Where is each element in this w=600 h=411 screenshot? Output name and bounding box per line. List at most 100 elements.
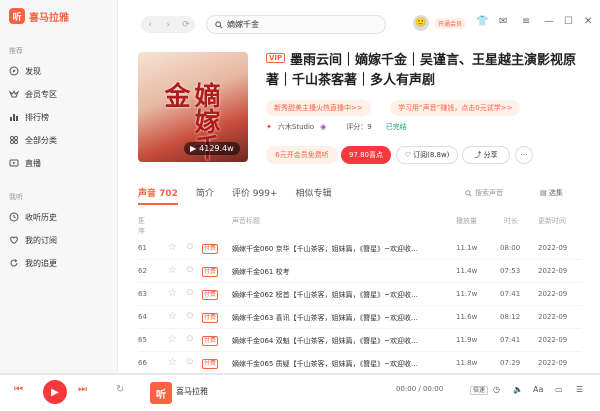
vip-badge: VIP [266, 53, 286, 63]
tab-intro[interactable]: 简介 [196, 186, 214, 199]
sidebar-item-ranking[interactable]: 排行榜 [9, 109, 109, 125]
vip-free-listen-button[interactable]: 6元开会员免费听 [266, 146, 338, 164]
sidebar-item-live[interactable]: 直播 [9, 155, 109, 171]
download-icon[interactable]: ⊙ [186, 288, 194, 298]
author-name[interactable]: 六木Studio [278, 122, 314, 132]
track-number: 64 [138, 313, 147, 321]
maximize-icon[interactable]: ☐ [564, 16, 573, 27]
track-title[interactable]: 嫡嫁千金060 京华【千山茶客，姐妹篇，《簪星》~欢迎收… [232, 244, 447, 254]
sidebar-item-category[interactable]: 全部分类 [9, 132, 109, 148]
sidebar-item-discover[interactable]: 发现 [9, 63, 109, 79]
tab-tracks[interactable]: 声音 702 [138, 186, 178, 205]
table-row[interactable]: 64 ☆ ⊙ 付费 嫡嫁千金063 喜讯【千山茶客，姐妹篇，《簪星》~欢迎收… … [138, 306, 582, 329]
star-icon[interactable]: ☆ [168, 265, 177, 276]
timer-icon[interactable]: ◷ [493, 385, 500, 394]
subscribe-icon [10, 236, 18, 245]
download-icon[interactable]: ⊙ [186, 357, 194, 367]
sidebar: 听 喜马拉雅 推荐 发现 会员专区 排行榜 全部分类 直播 我听 收听历史 我的… [0, 0, 118, 373]
search-box [206, 15, 386, 34]
star-icon[interactable]: ☆ [168, 242, 177, 253]
select-episodes-button[interactable]: ▤ 选集 [540, 188, 563, 198]
tab-similar[interactable]: 相似专辑 [296, 186, 332, 199]
track-duration: 07:53 [500, 267, 521, 275]
track-title[interactable]: 嫡嫁千金065 质疑【千山茶客，姐妹篇，《簪星》~欢迎收… [232, 359, 447, 369]
player-bar: ⏮ ▶ ⏭ ↻ 听 喜马拉雅 00:00 / 00:00 倍速 ◷ 🔈 Aa ▭… [0, 373, 600, 411]
sidebar-item-vip[interactable]: 会员专区 [9, 86, 109, 102]
rating: 评分：9 [346, 123, 372, 131]
star-icon[interactable]: ☆ [168, 311, 177, 322]
comment-icon[interactable]: ▭ [555, 385, 563, 394]
table-row[interactable]: 61 ☆ ⊙ 付费 嫡嫁千金060 京华【千山茶客，姐妹篇，《簪星》~欢迎收… … [138, 237, 582, 260]
top-bar: ‹ › ⟳ 🙂 开通会员 👕 ✉ ≡ — ☐ ✕ [118, 0, 600, 46]
sidebar-item-history[interactable]: 收听历史 [9, 209, 109, 225]
track-search[interactable]: 搜索声音 [465, 188, 503, 198]
download-icon[interactable]: ⊙ [186, 334, 194, 344]
star-icon[interactable]: ☆ [168, 357, 177, 368]
app-logo[interactable]: 听 喜马拉雅 [9, 8, 69, 24]
track-plays: 11.7w [456, 290, 478, 298]
list-icon: ▤ [540, 189, 549, 197]
table-row[interactable]: 65 ☆ ⊙ 付费 嫡嫁千金064 双魁【千山茶客，姐妹篇，《簪星》~欢迎收… … [138, 329, 582, 352]
track-title[interactable]: 嫡嫁千金063 喜讯【千山茶客，姐妹篇，《簪星》~欢迎收… [232, 313, 447, 323]
promo-live-link[interactable]: 新秀甜美主播火热直播中>> [266, 100, 371, 116]
app-name: 喜马拉雅 [29, 12, 69, 24]
track-title[interactable]: 嫡嫁千金064 双魁【千山茶客，姐妹篇，《簪星》~欢迎收… [232, 336, 447, 346]
table-row[interactable]: 63 ☆ ⊙ 付费 嫡嫁千金062 榜首【千山茶客，姐妹篇，《簪星》~欢迎收… … [138, 283, 582, 306]
avatar[interactable]: 🙂 [413, 15, 429, 31]
next-icon[interactable]: ⏭ [78, 384, 87, 395]
status-badge: 已完结 [385, 123, 407, 131]
player-thumbnail[interactable]: 听 [150, 382, 172, 404]
search-input[interactable] [227, 20, 377, 29]
heart-icon: ♡ [404, 151, 414, 159]
shirt-icon[interactable]: 👕 [476, 16, 488, 27]
more-button[interactable]: ··· [515, 146, 533, 164]
play-button[interactable]: ▶ [43, 380, 67, 404]
menu-icon[interactable]: ≡ [522, 16, 530, 27]
table-row[interactable]: 62 ☆ ⊙ 付费 嫡嫁千金061 校考 11.4w 07:53 2022-09 [138, 260, 582, 283]
download-icon[interactable]: ⊙ [186, 242, 194, 252]
mail-icon[interactable]: ✉ [499, 16, 507, 27]
player-time: 00:00 / 00:00 [396, 385, 444, 393]
back-icon[interactable]: ‹ [141, 16, 159, 33]
download-icon[interactable]: ⊙ [186, 311, 194, 321]
paid-badge: 付费 [202, 359, 219, 369]
header-plays: 播放量 [456, 217, 477, 225]
forward-icon[interactable]: › [159, 16, 177, 33]
open-vip-button[interactable]: 开通会员 [434, 18, 467, 29]
close-icon[interactable]: ✕ [584, 16, 592, 27]
more-icon: ··· [520, 151, 528, 159]
loop-icon[interactable]: ↻ [116, 384, 124, 395]
cover-play-count-value: 4129.4w [199, 144, 234, 153]
refresh-icon[interactable]: ⟳ [177, 16, 195, 33]
subscribe-button[interactable]: ♡ 订阅(8.8w) [396, 146, 458, 164]
volume-icon[interactable]: 🔈 [513, 385, 523, 394]
cover-play-count[interactable]: ▶ 4129.4w [184, 142, 240, 155]
playlist-icon[interactable]: ☰ [576, 385, 583, 394]
vip-icon [9, 89, 19, 98]
previous-icon[interactable]: ⏮ [14, 384, 23, 395]
track-title[interactable]: 嫡嫁千金062 榜首【千山茶客，姐妹篇，《簪星》~欢迎收… [232, 290, 447, 300]
tab-reviews[interactable]: 评价 999+ [232, 186, 278, 199]
track-date: 2022-09 [538, 359, 568, 367]
font-size-icon[interactable]: Aa [533, 385, 543, 394]
sidebar-item-subscriptions[interactable]: 我的订阅 [9, 232, 109, 248]
track-title[interactable]: 嫡嫁千金061 校考 [232, 267, 447, 277]
compass-icon [9, 66, 19, 76]
buy-button[interactable]: 97.80喜点 [341, 146, 391, 164]
star-icon[interactable]: ☆ [168, 288, 177, 299]
star-icon[interactable]: ☆ [168, 334, 177, 345]
track-date: 2022-09 [538, 267, 568, 275]
promo-course-link[interactable]: 学习用“声音”赚钱，点击0元试学>> [390, 100, 521, 116]
sidebar-item-follow-updates[interactable]: 我的追更 [9, 255, 109, 271]
author-level-icon: ◉ [320, 123, 327, 131]
share-button[interactable]: ⤴ 分享 [462, 146, 510, 164]
speed-button[interactable]: 倍速 [470, 386, 489, 395]
minimize-icon[interactable]: — [544, 16, 554, 27]
progress-bar[interactable] [0, 374, 600, 375]
sidebar-item-label: 排行榜 [25, 112, 49, 122]
track-plays: 11.4w [456, 267, 478, 275]
table-row[interactable]: 66 ☆ ⊙ 付费 嫡嫁千金065 质疑【千山茶客，姐妹篇，《簪星》~欢迎收… … [138, 352, 582, 373]
download-icon[interactable]: ⊙ [186, 265, 194, 275]
album-cover[interactable]: 嫡嫁千金 ▶ 4129.4w [138, 52, 248, 162]
track-plays: 11.6w [456, 313, 478, 321]
